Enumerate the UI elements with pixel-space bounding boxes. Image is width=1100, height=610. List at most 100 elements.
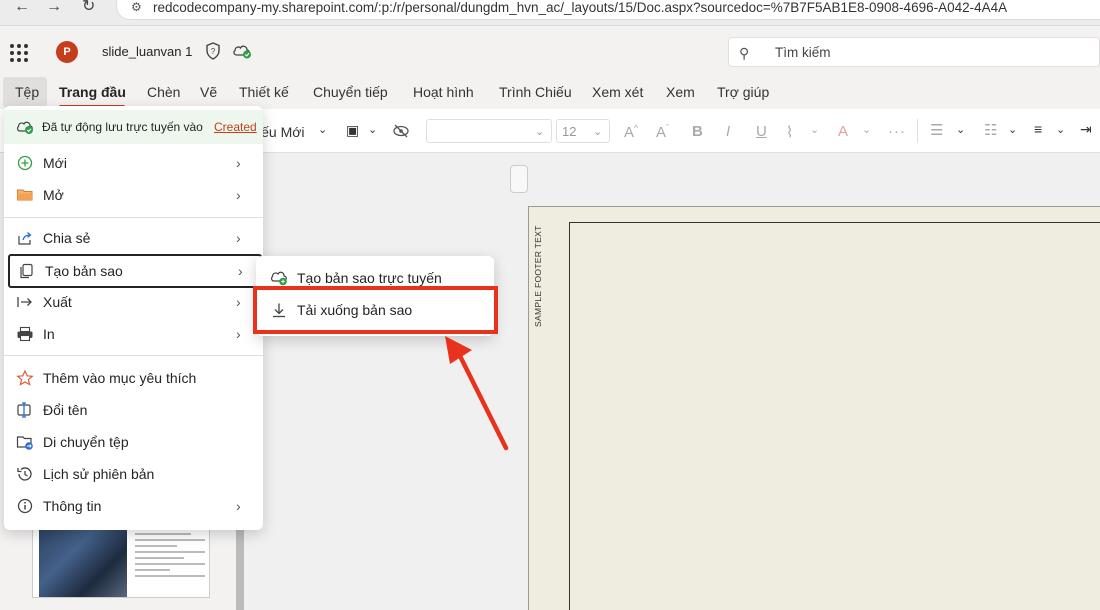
chevron-right-icon: › — [236, 498, 241, 514]
chevron-down-icon: ⌄ — [593, 126, 603, 138]
menu-item-label: Chia sẻ — [43, 230, 91, 246]
italic-icon[interactable]: I — [726, 123, 730, 140]
chevron-right-icon: › — [236, 326, 241, 342]
more-options-icon[interactable]: ··· — [888, 123, 906, 140]
app-launcher-icon[interactable] — [10, 44, 28, 62]
slide-footer-text: SAMPLE FOOTER TEXT — [533, 225, 543, 327]
tab-view[interactable]: Xem — [666, 84, 695, 100]
menu-item-label: Lịch sử phiên bản — [43, 466, 155, 482]
search-icon: ⚲ — [739, 45, 750, 61]
bold-icon[interactable]: B — [692, 123, 703, 140]
menu-item-info[interactable]: Thông tin › — [4, 491, 263, 521]
chevron-down-icon[interactable]: ⌄ — [862, 123, 871, 136]
font-size-select[interactable]: 12 ⌄ — [556, 119, 610, 143]
address-bar[interactable]: ⚙ redcodecompany-my.sharepoint.com/:p:/r… — [116, 0, 1100, 20]
chevron-down-icon[interactable]: ⌄ — [318, 123, 327, 136]
layout-icon[interactable]: ▣ — [346, 122, 359, 139]
chevron-down-icon: ⌄ — [535, 126, 545, 138]
thumbnail-photo — [39, 519, 127, 597]
autosave-location-link[interactable]: Created — [214, 120, 257, 134]
file-menu: Đã tự động lưu trực tuyến vào Created Mớ… — [4, 106, 263, 530]
menu-item-export[interactable]: Xuất › — [4, 287, 263, 317]
folder-icon — [17, 189, 33, 201]
app-header: P slide_luanvan 1 ? ⚲ Tìm kiếm — [0, 27, 1100, 77]
cloud-check-icon — [16, 121, 33, 134]
hide-slide-icon[interactable] — [392, 124, 410, 138]
font-color-icon[interactable]: A — [838, 123, 848, 140]
chevron-right-icon: › — [236, 230, 241, 246]
slide-canvas[interactable]: SAMPLE FOOTER TEXT — [528, 206, 1100, 610]
share-icon — [18, 232, 32, 245]
tab-draw[interactable]: Vẽ — [200, 84, 217, 100]
panel-toggle-button[interactable] — [510, 165, 528, 193]
chevron-down-icon[interactable]: ⌄ — [956, 123, 965, 136]
search-placeholder: Tìm kiếm — [775, 45, 831, 60]
new-slide-button[interactable]: iếu Mới — [258, 124, 305, 140]
menu-item-label: Thêm vào mục yêu thích — [43, 370, 197, 386]
shield-icon[interactable]: ? — [205, 42, 221, 60]
tab-file[interactable]: Tệp — [15, 84, 39, 100]
menu-item-new[interactable]: Mới › — [4, 148, 263, 178]
reload-icon[interactable]: ↻ — [82, 0, 95, 15]
menu-tabs: Tệp Trang đầu Chèn Vẽ Thiết kế Chuyển ti… — [0, 77, 1100, 109]
menu-separator — [4, 355, 263, 356]
autosave-banner: Đã tự động lưu trực tuyến vào Created — [4, 110, 263, 144]
star-icon — [16, 370, 34, 386]
tab-insert[interactable]: Chèn — [147, 84, 180, 100]
font-size-value: 12 — [562, 124, 577, 139]
tab-help[interactable]: Trợ giúp — [717, 84, 769, 100]
align-icon[interactable]: ≡ — [1034, 121, 1042, 137]
underline-icon[interactable]: U — [756, 123, 767, 140]
menu-item-rename[interactable]: Đổi tên — [4, 395, 263, 425]
tab-design[interactable]: Thiết kế — [239, 84, 289, 100]
highlight-icon[interactable]: ⌇ — [786, 123, 793, 141]
bullets-icon[interactable]: ☰ — [930, 121, 943, 139]
shrink-font-icon[interactable]: Aˇ — [656, 123, 669, 141]
browser-bar: ← → ↻ ⚙ redcodecompany-my.sharepoint.com… — [0, 0, 1100, 26]
site-settings-icon[interactable]: ⚙ — [131, 0, 142, 14]
menu-item-print[interactable]: In › — [4, 319, 263, 349]
chevron-right-icon: › — [238, 263, 243, 279]
annotation-highlight-box — [253, 286, 498, 334]
slide-thumbnail[interactable] — [32, 518, 210, 598]
menu-item-add-favorites[interactable]: Thêm vào mục yêu thích — [4, 363, 263, 393]
ribbon-divider — [917, 119, 918, 143]
annotation-arrow-icon — [445, 336, 509, 451]
menu-item-label: Đổi tên — [43, 402, 88, 418]
tab-transitions[interactable]: Chuyển tiếp — [313, 84, 388, 100]
submenu-item-label: Tạo bản sao trực tuyến — [297, 270, 442, 286]
tab-home[interactable]: Trang đầu — [59, 84, 126, 100]
powerpoint-logo-icon: P — [56, 41, 78, 63]
search-input[interactable]: ⚲ Tìm kiếm — [728, 37, 1100, 67]
tab-slideshow[interactable]: Trình Chiếu — [499, 84, 572, 100]
thumbnail-text-lines — [135, 527, 205, 581]
font-family-select[interactable]: ⌄ — [426, 119, 552, 143]
svg-text:?: ? — [211, 47, 216, 56]
cloud-saved-icon[interactable] — [232, 43, 252, 59]
indent-icon[interactable]: ⇥ — [1080, 121, 1092, 138]
grow-font-icon[interactable]: A^ — [624, 123, 638, 141]
history-icon — [17, 467, 32, 481]
chevron-down-icon[interactable]: ⌄ — [1008, 123, 1017, 136]
menu-item-label: Tạo bản sao — [45, 263, 123, 279]
chevron-down-icon[interactable]: ⌄ — [368, 123, 377, 136]
back-icon[interactable]: ← — [14, 0, 30, 15]
document-title[interactable]: slide_luanvan 1 — [102, 44, 192, 59]
chevron-down-icon[interactable]: ⌄ — [1056, 123, 1065, 136]
menu-item-version-history[interactable]: Lịch sử phiên bản — [4, 459, 263, 489]
menu-item-open[interactable]: Mở › — [4, 180, 263, 210]
menu-item-label: Di chuyển tệp — [43, 434, 129, 450]
chevron-down-icon[interactable]: ⌄ — [810, 123, 819, 136]
forward-icon[interactable]: → — [46, 0, 62, 15]
menu-item-move-file[interactable]: Di chuyển tệp — [4, 427, 263, 457]
menu-item-share[interactable]: Chia sẻ › — [4, 223, 263, 253]
menu-item-make-copy[interactable]: Tạo bản sao › — [8, 254, 262, 288]
cloud-copy-icon — [270, 271, 287, 286]
tab-review[interactable]: Xem xét — [592, 84, 643, 100]
menu-item-label: Mở — [43, 187, 64, 203]
numbering-icon[interactable]: ☷ — [984, 121, 997, 139]
slide-content-frame — [569, 222, 1100, 610]
tab-animations[interactable]: Hoạt hình — [413, 84, 474, 100]
plus-circle-icon — [17, 155, 33, 171]
copy-icon — [20, 263, 33, 279]
